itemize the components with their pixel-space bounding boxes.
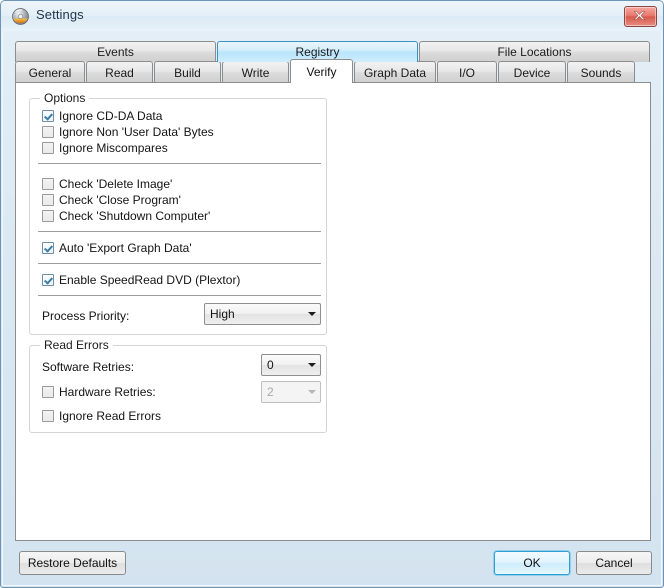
checkbox-label: Ignore Read Errors: [59, 409, 162, 423]
tab-verify[interactable]: Verify: [290, 59, 353, 83]
tab-write[interactable]: Write: [222, 61, 289, 83]
button-label: Restore Defaults: [27, 556, 118, 570]
checkbox-label: Enable SpeedRead DVD (Plextor): [59, 273, 241, 287]
tab-label: Graph Data: [363, 65, 427, 80]
checkbox-check-close-program[interactable]: Check 'Close Program': [42, 192, 181, 208]
checkbox-box: [42, 210, 54, 222]
checkbox-label: Check 'Delete Image': [59, 177, 173, 191]
software-retries-dropdown[interactable]: 0: [261, 354, 321, 376]
chevron-down-icon: [303, 390, 320, 394]
checkbox-ignore-non-user-data-bytes[interactable]: Ignore Non 'User Data' Bytes: [42, 124, 214, 140]
tab-label: Read: [105, 65, 134, 80]
tab-label: File Locations: [497, 45, 572, 59]
tab-sounds[interactable]: Sounds: [567, 61, 635, 83]
options-separator-3: [38, 263, 321, 264]
software-retries-label: Software Retries:: [42, 360, 135, 374]
tab-label: Device: [513, 65, 551, 80]
checkbox-box: [42, 274, 54, 286]
tab-label: Registry: [295, 45, 340, 59]
chevron-down-icon: [303, 312, 320, 316]
checkbox-box: [42, 178, 54, 190]
checkbox-box: [42, 142, 54, 154]
tab-device[interactable]: Device: [498, 61, 566, 83]
checkbox-box: [42, 410, 54, 422]
checkbox-box: [42, 110, 54, 122]
options-separator-4: [38, 295, 321, 296]
close-icon: [634, 11, 646, 20]
checkbox-auto-export-graph-data[interactable]: Auto 'Export Graph Data': [42, 240, 192, 256]
options-separator-2: [38, 231, 321, 232]
checkbox-hardware-retries[interactable]: Hardware Retries:: [42, 384, 156, 400]
button-label: OK: [523, 556, 541, 570]
tab-file-locations[interactable]: File Locations: [419, 41, 650, 62]
checkbox-ignore-cd-da-data[interactable]: Ignore CD-DA Data: [42, 108, 162, 124]
dropdown-value: 0: [267, 358, 274, 372]
tab-label: General: [28, 65, 72, 80]
checkbox-label: Ignore Non 'User Data' Bytes: [59, 125, 214, 139]
dropdown-value: 2: [267, 385, 274, 399]
checkbox-check-delete-image[interactable]: Check 'Delete Image': [42, 176, 172, 192]
chevron-down-icon: [303, 363, 320, 367]
cancel-button[interactable]: Cancel: [576, 551, 652, 575]
tab-label: Build: [174, 65, 201, 80]
tab-events[interactable]: Events: [15, 41, 216, 62]
hardware-retries-dropdown: 2: [261, 381, 321, 403]
tab-label: Sounds: [580, 65, 622, 80]
tab-label: Write: [241, 65, 270, 80]
checkbox-label: Check 'Shutdown Computer': [59, 209, 211, 223]
checkbox-check-shutdown-computer[interactable]: Check 'Shutdown Computer': [42, 208, 210, 224]
checkbox-label: Hardware Retries:: [59, 385, 156, 399]
settings-window: Settings Events Registry File Locations …: [0, 0, 664, 588]
dropdown-value: High: [210, 307, 235, 321]
tab-label: Events: [97, 45, 134, 59]
button-label: Cancel: [595, 556, 633, 570]
options-separator-1: [38, 163, 321, 164]
read-errors-group-title: Read Errors: [40, 338, 113, 352]
disc-icon: [12, 8, 29, 25]
checkbox-box: [42, 126, 54, 138]
checkbox-enable-speedread-dvd[interactable]: Enable SpeedRead DVD (Plextor): [42, 272, 240, 288]
checkbox-ignore-miscompares[interactable]: Ignore Miscompares: [42, 140, 168, 156]
process-priority-dropdown[interactable]: High: [204, 303, 321, 325]
checkbox-box: [42, 194, 54, 206]
tab-row-bottom: General Read Build Write Verify Graph Da…: [15, 59, 651, 83]
tab-graph-data[interactable]: Graph Data: [354, 61, 436, 83]
title-bar: Settings: [1, 1, 663, 31]
tab-label: Verify: [306, 64, 337, 79]
restore-defaults-button[interactable]: Restore Defaults: [19, 551, 126, 575]
checkbox-label: Auto 'Export Graph Data': [59, 241, 192, 255]
checkbox-box: [42, 242, 54, 254]
tab-io[interactable]: I/O: [437, 61, 497, 83]
tab-general[interactable]: General: [15, 61, 85, 83]
options-group-title: Options: [40, 91, 90, 105]
window-title: Settings: [36, 7, 84, 22]
verify-tab-panel: Options Ignore CD-DA Data Ignore Non 'Us…: [15, 82, 651, 541]
checkbox-ignore-read-errors[interactable]: Ignore Read Errors: [42, 408, 161, 424]
checkbox-box: [42, 386, 54, 398]
tab-build[interactable]: Build: [154, 61, 221, 83]
process-priority-label: Process Priority:: [42, 309, 130, 323]
tab-read[interactable]: Read: [86, 61, 153, 83]
checkbox-label: Ignore Miscompares: [59, 141, 168, 155]
tab-label: I/O: [458, 65, 475, 80]
close-button[interactable]: [624, 6, 657, 27]
checkbox-label: Check 'Close Program': [59, 193, 181, 207]
tab-bar: Events Registry File Locations General R…: [15, 41, 651, 83]
ok-button[interactable]: OK: [494, 551, 570, 575]
checkbox-label: Ignore CD-DA Data: [59, 109, 163, 123]
